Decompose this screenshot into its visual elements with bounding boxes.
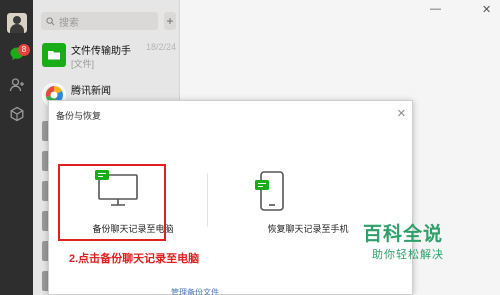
add-chat-button[interactable]: + (164, 12, 176, 30)
minimize-button[interactable]: — (430, 3, 441, 15)
dialog-close-button[interactable]: ✕ (397, 107, 406, 120)
dialog-title: 备份与恢复 (56, 111, 102, 121)
favorites-icon[interactable] (8, 105, 26, 123)
chat-time: 18/2/24 (145, 42, 176, 52)
contacts-icon[interactable] (8, 76, 26, 94)
chat-preview: [文件] (71, 59, 95, 69)
chat-name: 文件传输助手 (71, 46, 131, 57)
avatar[interactable] (7, 13, 27, 33)
list-item[interactable]: 文件传输助手 [文件] 18/2/24 (33, 38, 180, 72)
instruction-annotation: 2.点击备份聊天记录至电脑 (69, 253, 200, 265)
restore-to-phone-label: 恢复聊天记录至手机 (267, 224, 349, 234)
watermark-subtitle: 助你轻松解决 (372, 249, 444, 261)
watermark-title: 百科全说 (363, 224, 444, 245)
watermark-logo: 百科全说 助你轻松解决 (363, 219, 458, 269)
search-input[interactable]: 搜索 (41, 12, 158, 30)
option-divider (207, 173, 208, 227)
search-icon (46, 16, 55, 25)
close-window-button[interactable]: ✕ (482, 3, 491, 16)
unread-badge: 8 (18, 44, 30, 56)
file-transfer-icon (42, 43, 66, 67)
search-placeholder: 搜索 (59, 17, 79, 29)
phone-icon (255, 171, 284, 211)
app-sidebar: 8 (0, 0, 33, 295)
highlight-box (58, 164, 166, 241)
restore-to-phone-button[interactable]: 恢复聊天记录至手机 (234, 156, 382, 238)
manage-backup-link[interactable]: 管理备份文件 (171, 287, 219, 295)
chat-name: 腾讯新闻 (71, 86, 111, 97)
